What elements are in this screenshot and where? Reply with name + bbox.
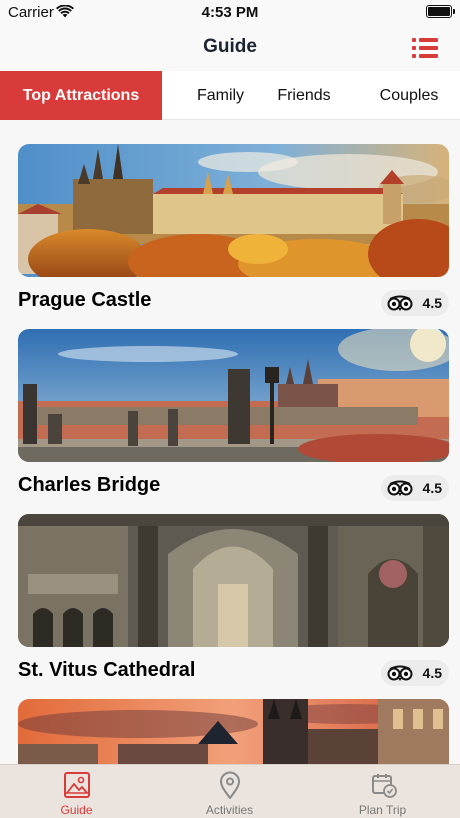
attraction-card[interactable] [18,699,449,764]
navigation-bar: Guide [0,24,460,71]
bottom-tab-bar: Guide Activities Plan Trip [0,764,460,818]
attraction-photo[interactable] [18,144,449,277]
attraction-name: St. Vitus Cathedral [18,659,196,681]
attraction-card[interactable]: Prague Castle 4.5 [18,144,449,324]
tab-friends[interactable]: Friends [250,71,358,120]
image-icon [64,772,90,798]
tabbar-label: Activities [205,803,254,817]
list-icon-row [412,54,438,58]
attractions-list[interactable]: Prague Castle 4.5 Charles Bridge 4.5 St.… [0,120,460,764]
tabbar-label: Guide [60,803,93,817]
attraction-photo[interactable] [18,699,449,764]
tabbar-label: Plan Trip [358,803,407,817]
tripadvisor-owl-icon [387,480,413,496]
tripadvisor-rating: 4.5 [381,475,449,501]
rating-value: 4.5 [422,665,442,681]
tripadvisor-rating: 4.5 [381,660,449,686]
tab-couples[interactable]: Couples [358,71,460,120]
menu-list-button[interactable] [412,37,438,59]
status-bar: Carrier 4:53 PM [0,0,460,24]
clock: 4:53 PM [201,4,259,21]
tabbar-guide[interactable]: Guide [0,765,153,818]
tabbar-plan-trip[interactable]: Plan Trip [306,765,459,818]
attraction-photo[interactable] [18,329,449,462]
rating-value: 4.5 [422,480,442,496]
attraction-photo[interactable] [18,514,449,647]
tripadvisor-owl-icon [387,665,413,681]
page-title: Guide [203,36,257,57]
rating-value: 4.5 [422,295,442,311]
tripadvisor-owl-icon [387,295,413,311]
tripadvisor-rating: 4.5 [381,290,449,316]
attraction-card[interactable]: Charles Bridge 4.5 [18,329,449,509]
tab-top-attractions[interactable]: Top Attractions [0,71,162,120]
list-icon-row [412,38,438,42]
list-icon-row [412,46,438,50]
tabbar-activities[interactable]: Activities [153,765,306,818]
map-pin-icon [220,771,240,799]
attraction-name: Charles Bridge [18,474,161,496]
planner-icon [372,774,397,798]
category-tabs: Top Attractions Family Friends Couples [0,71,460,120]
attraction-card[interactable]: St. Vitus Cathedral 4.5 [18,514,449,694]
attraction-name: Prague Castle [18,289,152,311]
battery-icon [426,5,455,18]
